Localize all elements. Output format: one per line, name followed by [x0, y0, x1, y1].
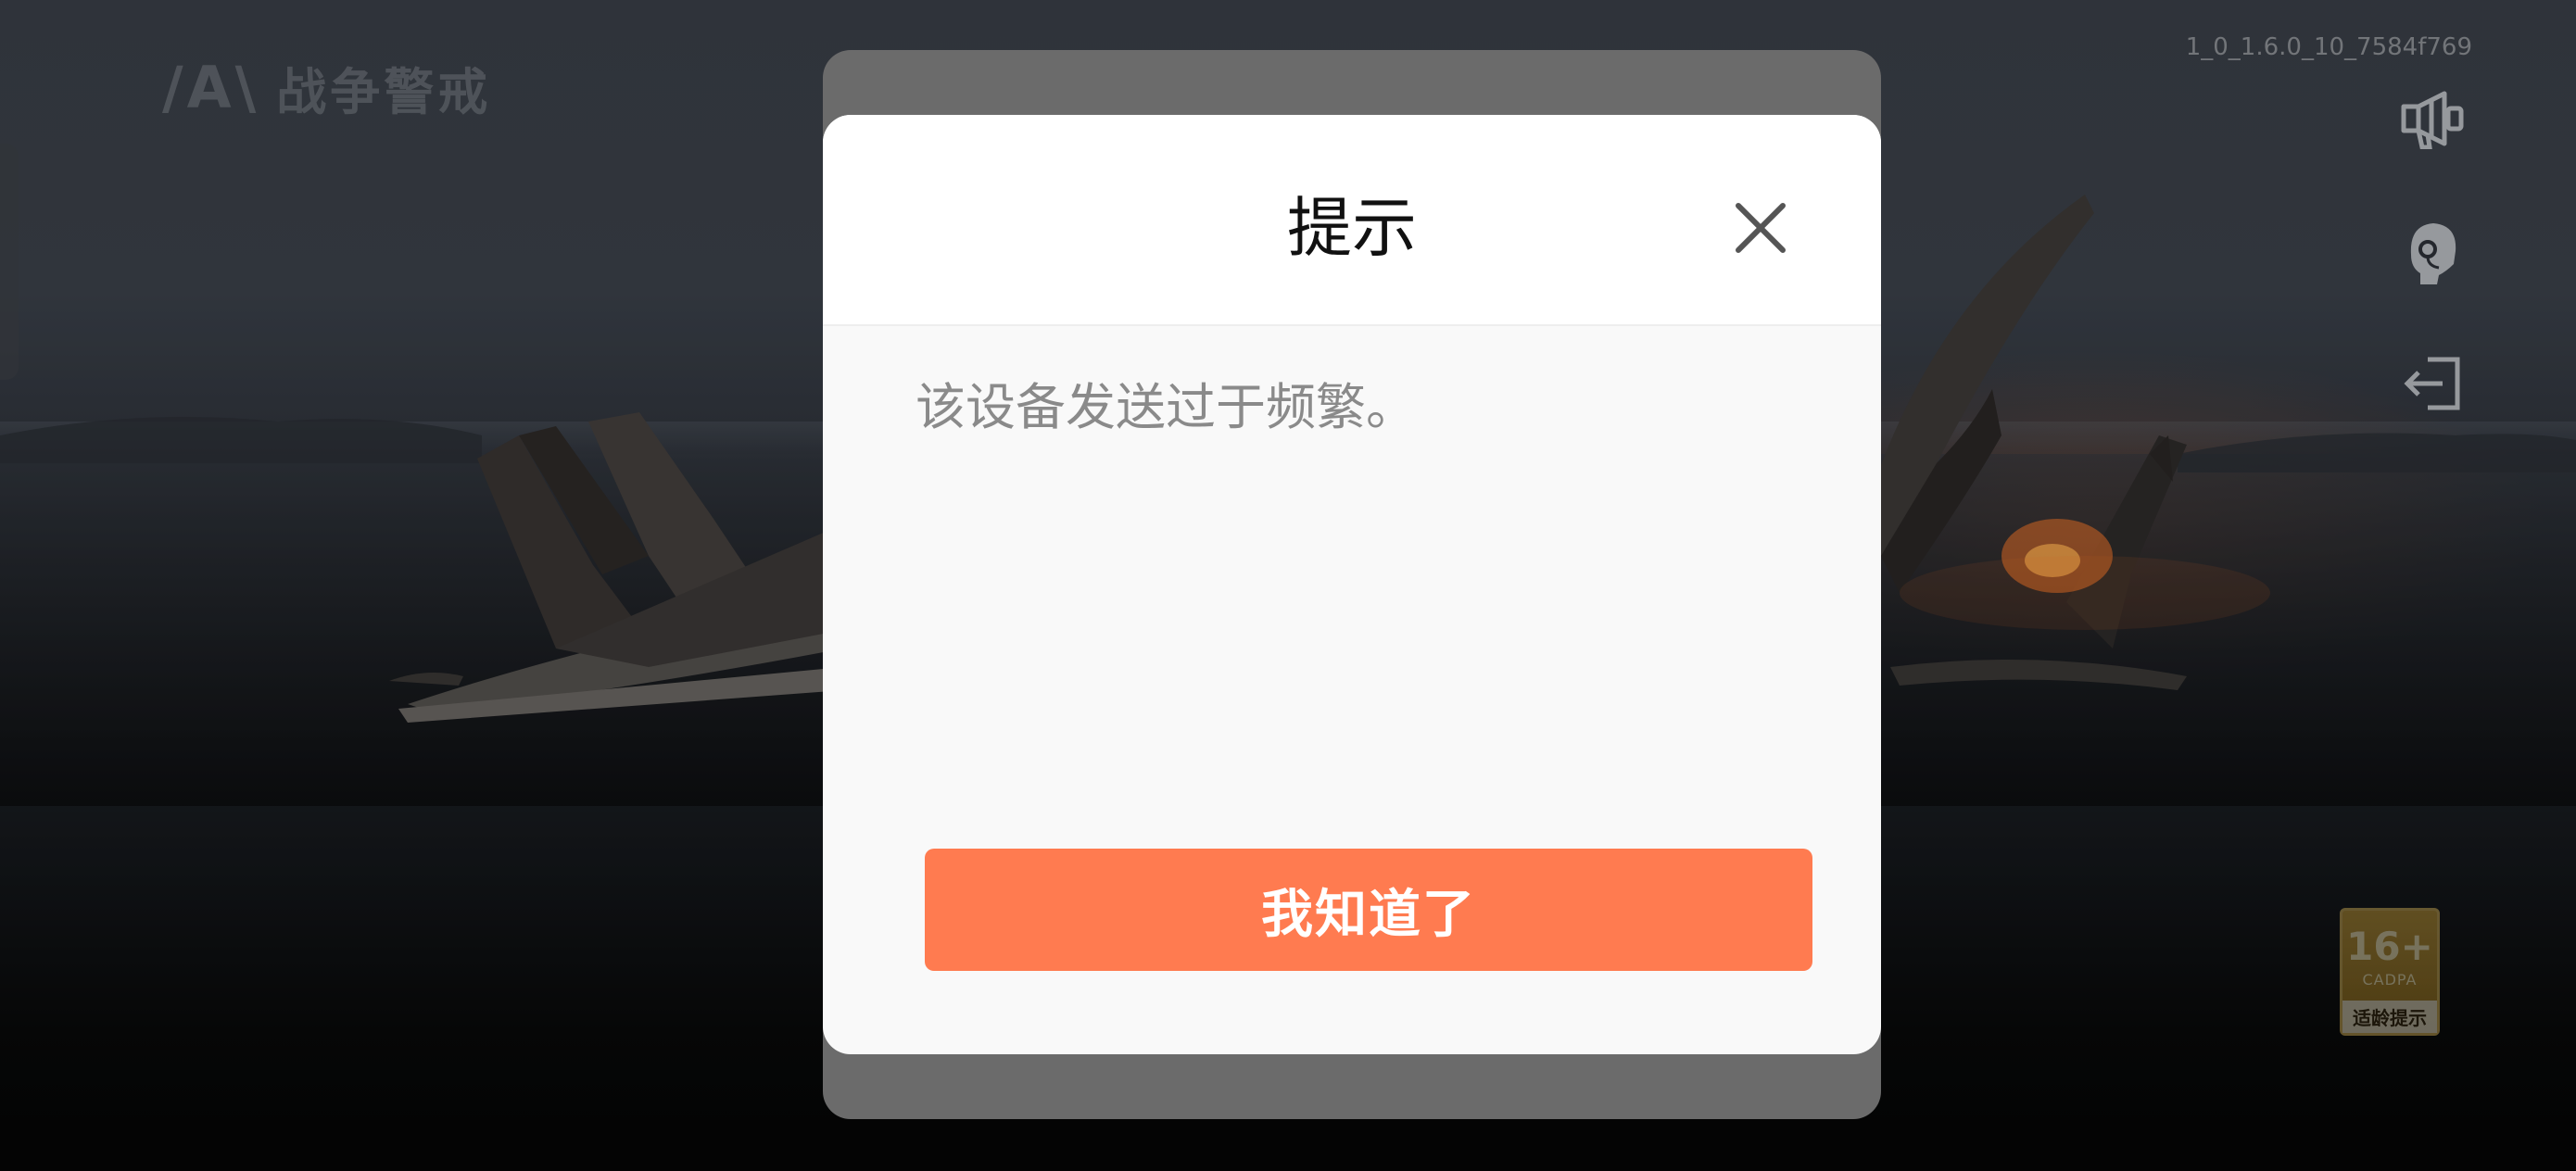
dialog-message: 该设备发送过于频繁。 — [915, 378, 1416, 436]
alert-dialog: 提示 该设备发送过于频繁。 我知道了 — [823, 115, 1881, 1054]
dialog-title: 提示 — [1287, 190, 1417, 266]
confirm-button[interactable]: 我知道了 — [925, 849, 1812, 971]
close-icon[interactable] — [1729, 196, 1792, 259]
dialog-header: 提示 — [823, 115, 1881, 326]
